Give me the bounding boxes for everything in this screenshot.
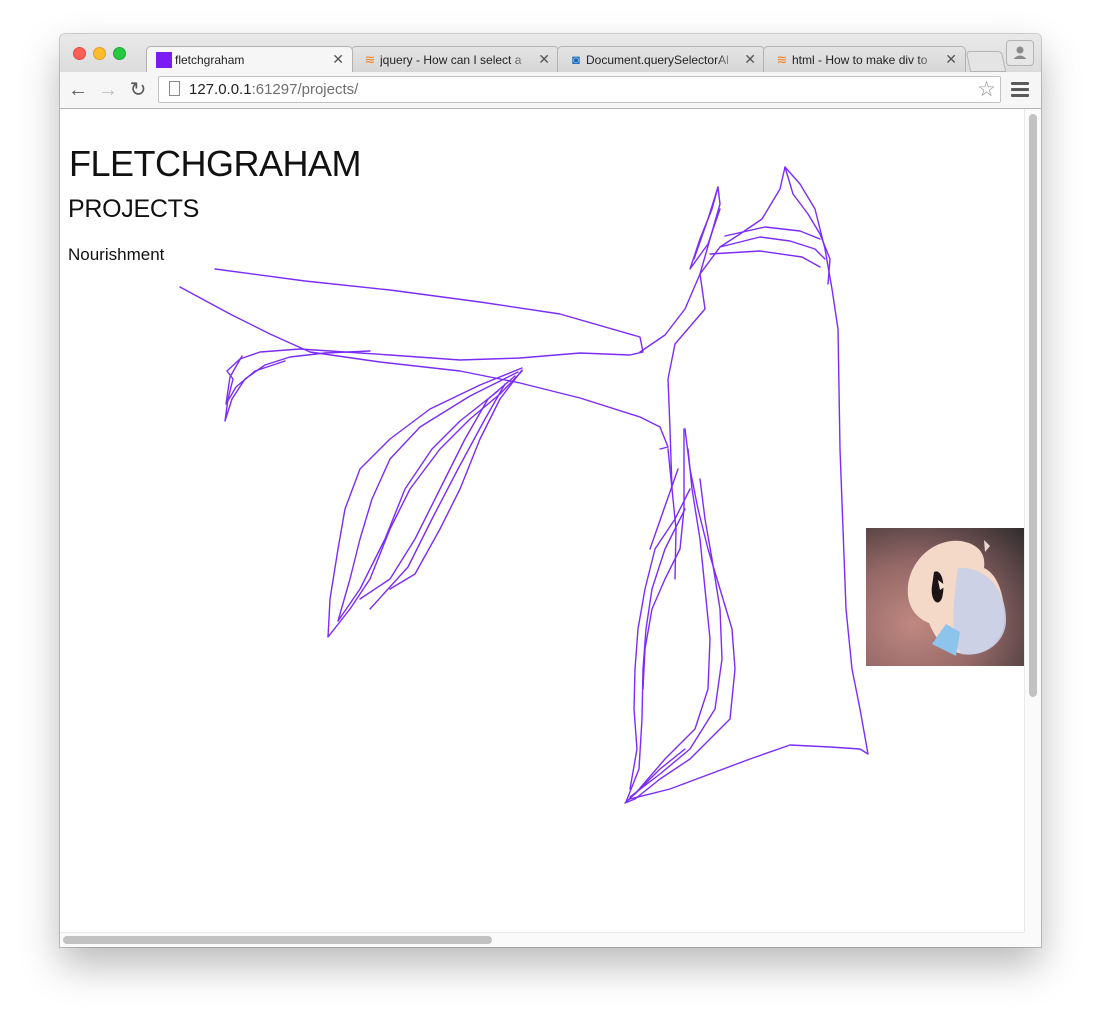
stackoverflow-icon: ≋ <box>364 52 376 67</box>
minimize-window-button[interactable] <box>93 47 106 60</box>
close-window-button[interactable] <box>73 47 86 60</box>
menu-button[interactable] <box>1011 82 1029 98</box>
tab-title: html - How to make div to <box>792 53 928 67</box>
menu-icon-bar <box>1011 94 1029 97</box>
tab-title: fletchgraham <box>175 53 245 67</box>
forward-button[interactable]: → <box>96 78 120 102</box>
toolbar: ← → ↻ 127.0.0.1:61297/projects/ ☆ <box>60 72 1041 109</box>
page-icon <box>169 81 180 96</box>
tab-title: Document.querySelectorAl <box>586 53 729 67</box>
page-viewport: FLETCHGRAHAM PROJECTS Nourishment <box>60 109 1041 947</box>
close-tab-icon[interactable]: ✕ <box>538 51 550 67</box>
horizontal-scroll-thumb[interactable] <box>63 936 492 944</box>
tab-fletchgraham[interactable]: fletchgraham ✕ <box>146 46 353 72</box>
stackoverflow-icon: ≋ <box>776 52 788 67</box>
scrollbar-corner <box>1024 932 1041 947</box>
person-icon <box>1013 46 1027 59</box>
url-host: 127.0.0.1 <box>189 81 252 98</box>
tab-queryselectorall[interactable]: ◙ Document.querySelectorAl ✕ <box>557 46 765 72</box>
tab-jquery[interactable]: ≋ jquery - How can I select a ✕ <box>351 46 559 72</box>
tab-title: jquery - How can I select a <box>380 53 522 67</box>
thumbnail-image <box>907 540 1006 656</box>
horizontal-scrollbar[interactable] <box>60 932 1024 947</box>
project-thumbnail[interactable] <box>866 528 1024 666</box>
browser-window: ≋ jquery - How can I select a ✕ ◙ Docume… <box>60 34 1041 947</box>
freehand-drawing <box>179 166 869 804</box>
mdn-icon: ◙ <box>572 52 580 67</box>
zoom-window-button[interactable] <box>113 47 126 60</box>
vertical-scrollbar[interactable] <box>1024 109 1041 932</box>
back-button[interactable]: ← <box>66 78 90 102</box>
reload-button[interactable]: ↻ <box>126 78 150 102</box>
menu-icon-bar <box>1011 82 1029 85</box>
profile-button[interactable] <box>1006 40 1034 66</box>
close-tab-icon[interactable]: ✕ <box>744 51 756 67</box>
url-text[interactable]: 127.0.0.1:61297/projects/ <box>189 81 358 99</box>
purple-square-icon <box>156 52 172 68</box>
vertical-scroll-thumb[interactable] <box>1029 114 1037 697</box>
close-tab-icon[interactable]: ✕ <box>332 51 344 67</box>
menu-icon-bar <box>1011 88 1029 91</box>
bookmark-star-icon[interactable]: ☆ <box>977 77 996 103</box>
url-path: :61297/projects/ <box>251 81 359 98</box>
new-tab-button[interactable] <box>965 51 1007 72</box>
close-tab-icon[interactable]: ✕ <box>945 51 957 67</box>
tab-strip: ≋ jquery - How can I select a ✕ ◙ Docume… <box>60 34 1041 72</box>
address-bar[interactable]: 127.0.0.1:61297/projects/ ☆ <box>158 76 1001 103</box>
tab-html-div[interactable]: ≋ html - How to make div to ✕ <box>763 46 966 72</box>
